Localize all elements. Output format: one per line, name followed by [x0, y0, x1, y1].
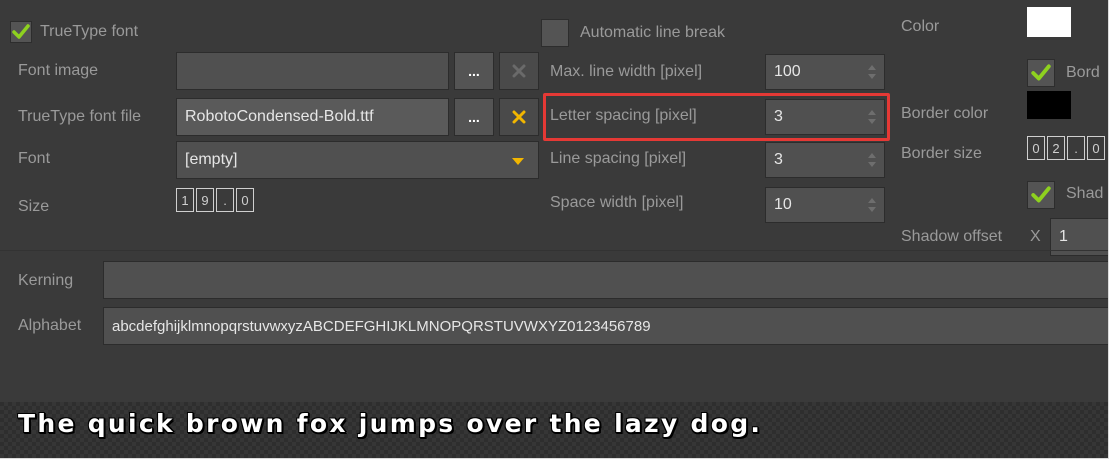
size-digit-2[interactable]: 9 [196, 188, 214, 212]
section-divider [0, 250, 1108, 251]
checkmark-icon [1031, 186, 1051, 203]
border-size-digit-3[interactable]: 0 [1087, 136, 1105, 160]
font-image-browse-button[interactable]: ... [454, 52, 494, 90]
space-width-label: Space width [pixel] [550, 194, 684, 211]
font-select[interactable]: [empty] [176, 141, 539, 179]
border-size-label: Border size [901, 145, 982, 162]
max-line-width-label: Max. line width [pixel] [550, 63, 703, 80]
space-width-value: 10 [774, 196, 792, 213]
font-settings-panel: TrueType font Font image ... TrueType fo… [0, 0, 1109, 459]
font-image-clear-button[interactable] [499, 52, 539, 90]
size-label: Size [18, 198, 50, 215]
spinner-arrows-icon[interactable] [868, 65, 876, 79]
shadow-offset-label: Shadow offset [901, 228, 1003, 245]
size-digit-point: . [216, 188, 234, 212]
close-icon [512, 110, 526, 124]
kerning-field[interactable] [103, 261, 1108, 299]
space-width-spinner[interactable]: 10 [765, 187, 885, 223]
truetype-file-label: TrueType font file [18, 108, 142, 125]
spinner-arrows-icon[interactable] [868, 198, 876, 212]
truetype-file-clear-button[interactable] [499, 98, 539, 136]
letter-spacing-highlight [543, 93, 890, 141]
kerning-label: Kerning [18, 272, 74, 289]
font-select-value: [empty] [185, 151, 238, 168]
checkmark-icon [1031, 64, 1051, 81]
truetype-file-field[interactable]: RobotoCondensed-Bold.ttf [176, 98, 449, 136]
automatic-line-break-label: Automatic line break [580, 24, 725, 41]
truetype-font-label: TrueType font [40, 23, 139, 40]
line-spacing-value: 3 [774, 151, 783, 168]
truetype-file-browse-button[interactable]: ... [454, 98, 494, 136]
border-checkbox[interactable] [1027, 59, 1055, 87]
size-digit-1[interactable]: 1 [176, 188, 194, 212]
close-icon [512, 64, 526, 78]
chevron-down-icon [512, 158, 524, 165]
spinner-arrows-icon[interactable] [868, 153, 876, 167]
font-preview-text: The quick brown fox jumps over the lazy … [18, 409, 763, 438]
alphabet-label: Alphabet [18, 317, 82, 334]
checkmark-icon [12, 24, 30, 39]
automatic-line-break-checkbox[interactable] [541, 19, 569, 47]
max-line-width-spinner[interactable]: 100 [765, 54, 885, 90]
size-digit-3[interactable]: 0 [236, 188, 254, 212]
max-line-width-value: 100 [774, 63, 801, 80]
truetype-font-checkbox[interactable] [10, 21, 32, 43]
shadow-label: Shad [1066, 185, 1104, 202]
color-swatch[interactable] [1027, 7, 1071, 37]
border-size-digit-2[interactable]: 2 [1047, 136, 1065, 160]
border-color-swatch[interactable] [1027, 91, 1071, 119]
shadow-checkbox[interactable] [1027, 181, 1055, 209]
border-label: Bord [1066, 64, 1100, 81]
color-label: Color [901, 18, 940, 35]
font-image-field[interactable] [176, 52, 449, 90]
font-label: Font [18, 150, 51, 167]
border-size-digit-point: . [1067, 136, 1085, 160]
line-spacing-label: Line spacing [pixel] [550, 150, 687, 167]
font-image-label: Font image [18, 62, 99, 79]
border-color-label: Border color [901, 105, 989, 122]
alphabet-field[interactable]: abcdefghijklmnopqrstuvwxyzABCDEFGHIJKLMN… [103, 307, 1108, 345]
border-size-digit-1[interactable]: 0 [1027, 136, 1045, 160]
line-spacing-spinner[interactable]: 3 [765, 142, 885, 178]
shadow-offset-x-label: X [1030, 228, 1041, 245]
